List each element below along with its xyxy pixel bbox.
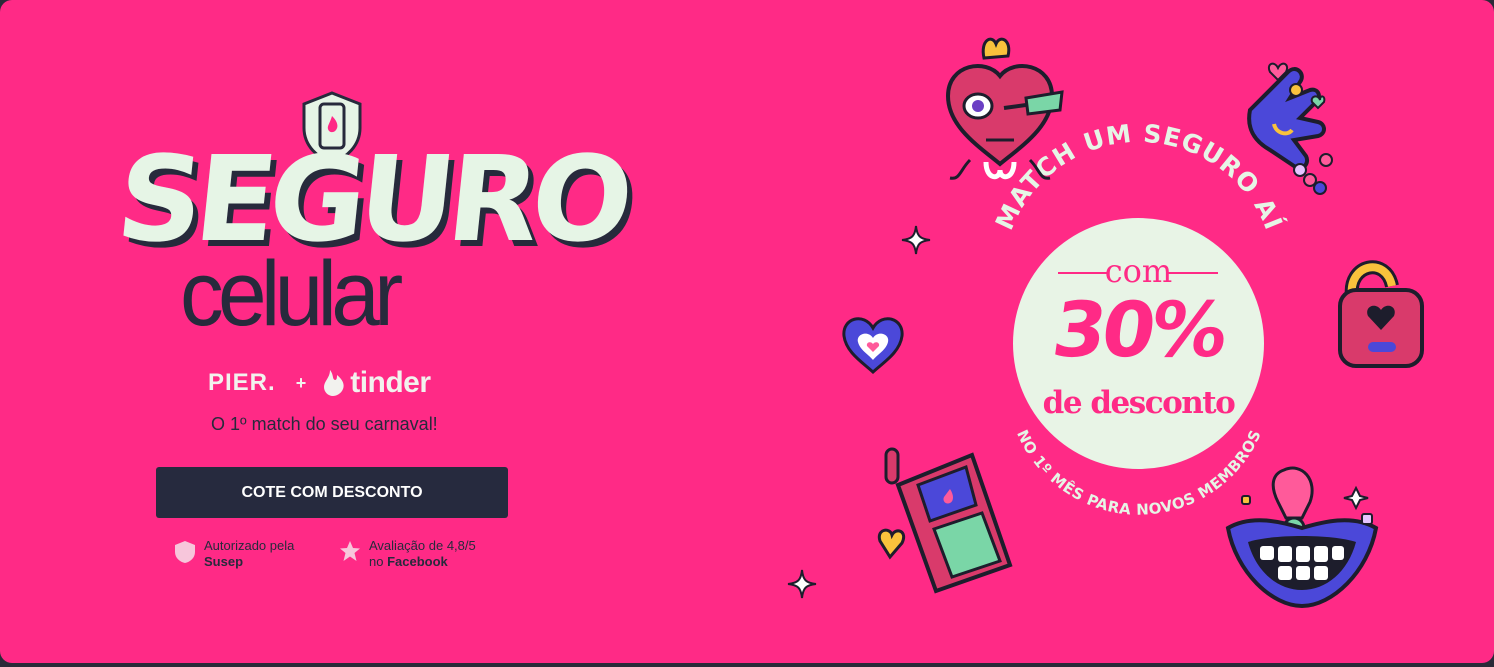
lips-sticker bbox=[1225, 466, 1379, 609]
sparkle-icon bbox=[901, 225, 931, 255]
padlock-sticker bbox=[1338, 260, 1424, 368]
promo-banner: SEGURO celular PIER. + tinder O 1º match… bbox=[0, 0, 1494, 663]
sparkle-icon bbox=[787, 569, 817, 599]
phone-sticker bbox=[877, 447, 1013, 594]
hand-gesture-sticker bbox=[1247, 62, 1333, 195]
blue-heart-sticker bbox=[842, 317, 904, 375]
heart-arrow-sticker bbox=[945, 37, 1064, 180]
